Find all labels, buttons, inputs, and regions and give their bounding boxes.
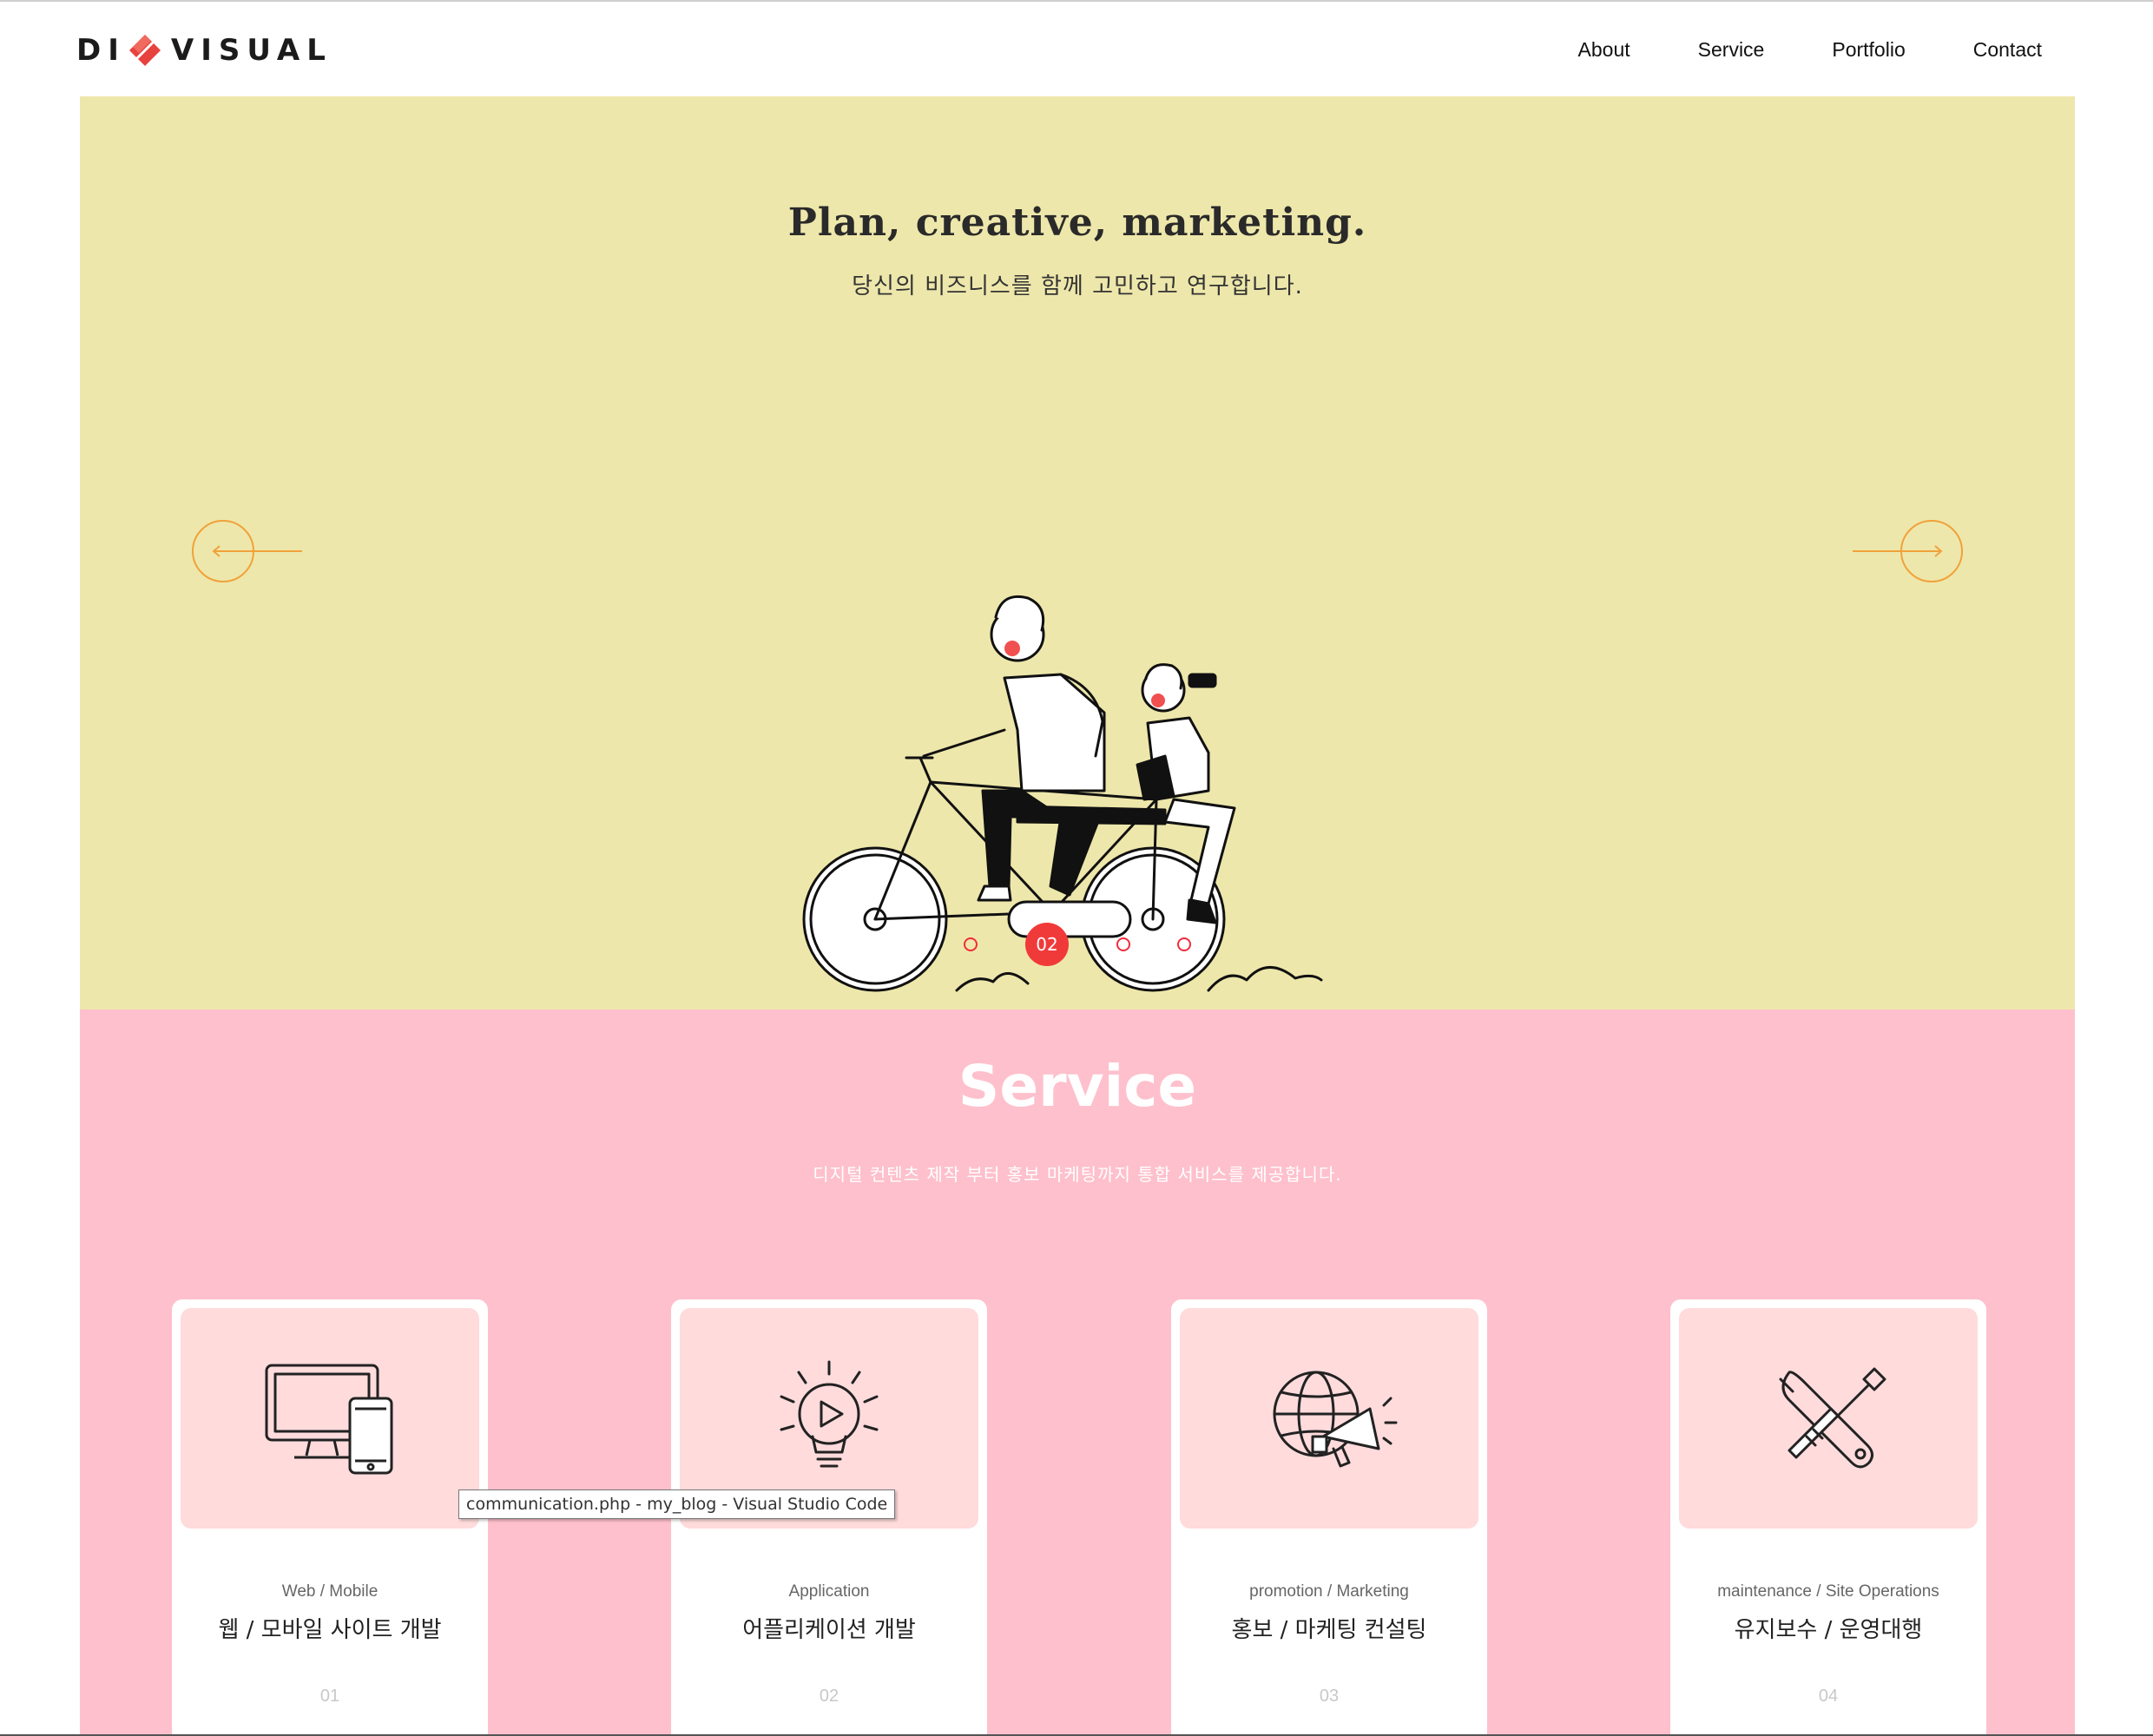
main-nav: About Service Portfolio Contact: [1578, 35, 2042, 65]
nav-contact[interactable]: Contact: [1973, 35, 2042, 65]
card-en-label: Web / Mobile: [281, 1582, 379, 1601]
arrow-left-icon: [192, 520, 302, 582]
card-icon-panel: [1679, 1308, 1978, 1529]
hero-title: Plan, creative, marketing.: [787, 201, 1367, 245]
nav-about[interactable]: About: [1578, 35, 1630, 65]
service-subtitle: 디지털 컨텐츠 제작 부터 홍보 마케팅까지 통합 서비스를 제공합니다.: [813, 1164, 1342, 1185]
card-ko-label: 어플리케이션 개발: [742, 1617, 916, 1643]
slider-dot[interactable]: [964, 937, 978, 951]
slider-prev-button[interactable]: [191, 518, 304, 584]
logo-diamond-icon: [128, 35, 161, 66]
card-ko-label: 홍보 / 마케팅 컨설팅: [1231, 1617, 1427, 1643]
nav-service[interactable]: Service: [1698, 35, 1765, 65]
site-header: DI VISUAL About Service Portfolio Contac…: [0, 2, 2153, 95]
slider-dot[interactable]: [1177, 937, 1191, 951]
card-ko-label: 웹 / 모바일 사이트 개발: [218, 1617, 442, 1643]
card-number: 02: [819, 1687, 839, 1706]
card-number: 03: [1319, 1687, 1340, 1706]
hero-subtitle: 당신의 비즈니스를 함께 고민하고 연구합니다.: [852, 273, 1303, 299]
slider-dot-active[interactable]: 02: [1025, 923, 1069, 966]
service-title: Service: [958, 1053, 1197, 1120]
card-en-label: maintenance / Site Operations: [1717, 1582, 1939, 1601]
slider-dot[interactable]: [1116, 937, 1130, 951]
card-icon-panel: [181, 1308, 479, 1529]
slider-next-button[interactable]: [1851, 518, 1964, 584]
tools-icon: [1779, 1367, 1886, 1469]
nav-portfolio[interactable]: Portfolio: [1832, 35, 1905, 65]
card-number: 04: [1818, 1687, 1839, 1706]
lightbulb-play-icon: [780, 1360, 879, 1468]
hero-slider: Plan, creative, marketing. 당신의 비즈니스를 함께 …: [80, 96, 2075, 1009]
service-card-web[interactable]: Web / Mobile 웹 / 모바일 사이트 개발 01: [172, 1299, 488, 1736]
arrow-right-icon: [1853, 520, 1963, 582]
service-section: Service 디지털 컨텐츠 제작 부터 홍보 마케팅까지 통합 서비스를 제…: [80, 1009, 2075, 1736]
slider-pagination: 02: [80, 923, 2075, 966]
card-en-label: promotion / Marketing: [1249, 1582, 1409, 1601]
monitor-mobile-icon: [265, 1364, 393, 1475]
globe-megaphone-icon: [1273, 1371, 1398, 1468]
service-card-maintenance[interactable]: maintenance / Site Operations 유지보수 / 운영대…: [1670, 1299, 1986, 1736]
card-number: 01: [319, 1687, 340, 1706]
card-en-label: Application: [788, 1582, 870, 1601]
card-icon-panel: [1180, 1308, 1478, 1529]
logo-text-left: DI: [76, 33, 126, 68]
card-ko-label: 유지보수 / 운영대행: [1734, 1617, 1923, 1643]
logo-text-right: VISUAL: [170, 33, 332, 68]
site-logo[interactable]: DI VISUAL: [76, 33, 332, 68]
service-card-marketing[interactable]: promotion / Marketing 홍보 / 마케팅 컨설팅 03: [1171, 1299, 1487, 1736]
window-tooltip: communication.php - my_blog - Visual Stu…: [458, 1489, 896, 1519]
